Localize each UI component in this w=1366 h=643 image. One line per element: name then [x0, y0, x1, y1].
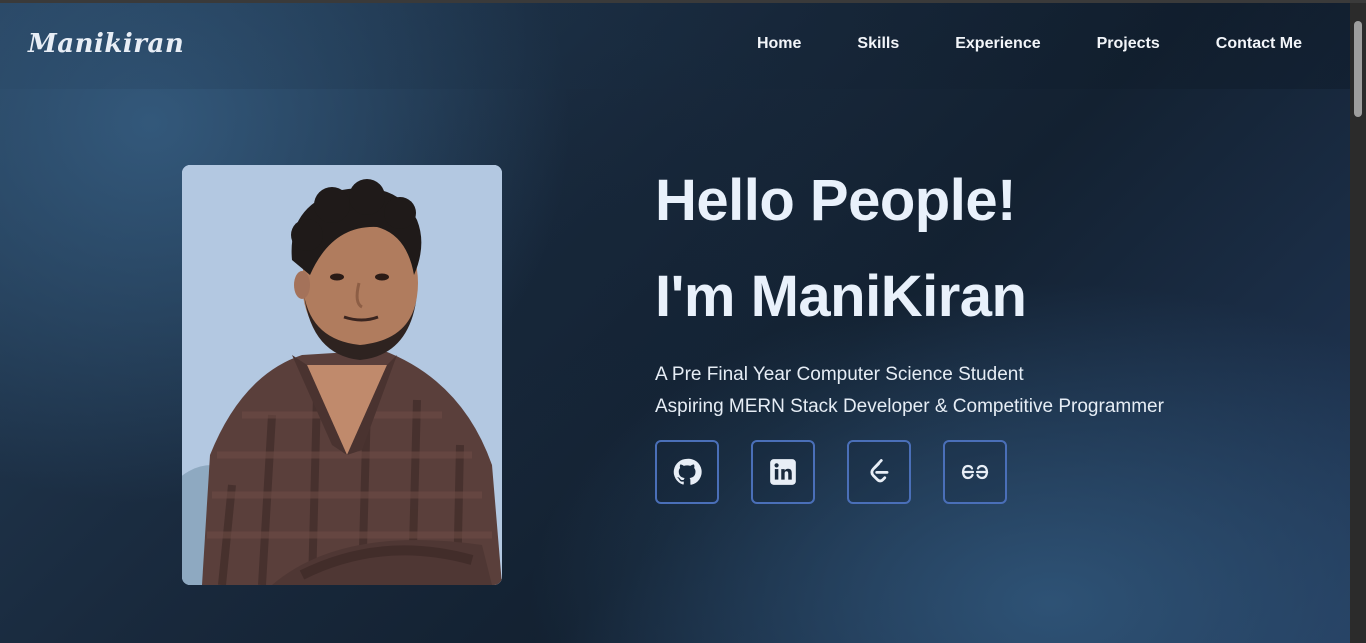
hero-greeting: Hello People!	[655, 168, 1016, 233]
site-logo[interactable]: Manikiran	[28, 29, 184, 59]
nav-experience[interactable]: Experience	[955, 35, 1040, 53]
github-button[interactable]	[655, 440, 719, 504]
nav-projects[interactable]: Projects	[1097, 35, 1160, 53]
linkedin-icon	[770, 459, 796, 485]
nav-contact-me[interactable]: Contact Me	[1216, 35, 1302, 53]
leetcode-icon	[870, 459, 889, 483]
hero-subtitle-line-2: Aspiring MERN Stack Developer & Competit…	[655, 396, 1164, 417]
navbar: Manikiran Home Skills Experience Project…	[0, 3, 1350, 89]
hero-name: I'm ManiKiran	[655, 264, 1027, 329]
hero-section: Hello People! I'm ManiKiran A Pre Final …	[655, 165, 1164, 423]
profile-photo	[182, 165, 502, 585]
social-links	[655, 440, 1007, 504]
nav-skills[interactable]: Skills	[857, 35, 899, 53]
page-viewport: Manikiran Home Skills Experience Project…	[0, 3, 1350, 643]
leetcode-button[interactable]	[847, 440, 911, 504]
geeksforgeeks-button[interactable]	[943, 440, 1007, 504]
page-scrollbar[interactable]	[1350, 3, 1366, 643]
github-icon	[673, 458, 702, 485]
linkedin-button[interactable]	[751, 440, 815, 504]
hero-subtitle: A Pre Final Year Computer Science Studen…	[655, 359, 1164, 423]
nav-home[interactable]: Home	[757, 35, 801, 53]
geeksforgeeks-icon	[961, 464, 989, 480]
scrollbar-thumb[interactable]	[1354, 21, 1362, 117]
nav-links: Home Skills Experience Projects Contact …	[757, 35, 1302, 53]
hero-subtitle-line-1: A Pre Final Year Computer Science Studen…	[655, 364, 1024, 385]
